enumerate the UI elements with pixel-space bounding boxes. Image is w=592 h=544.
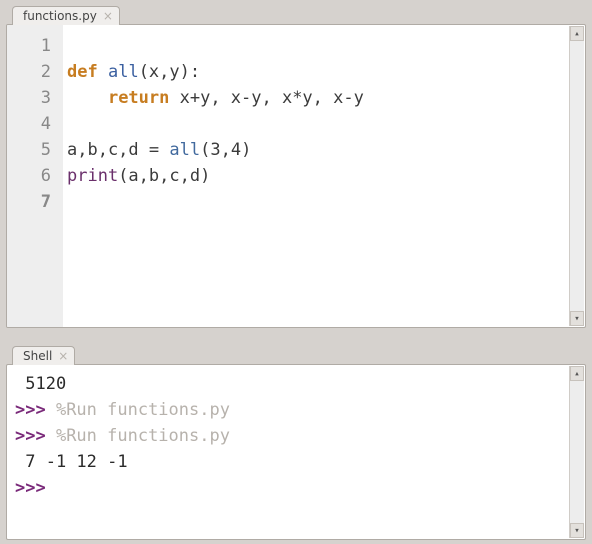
scroll-up-icon[interactable]: ▴ [570,366,584,381]
line-number-gutter: 1 2 3 4 5 6 7 [7,25,63,327]
editor-tab-bar: functions.py × [6,0,586,24]
editor-pane: functions.py × 1 2 3 4 5 6 7 def all(x,y… [6,0,586,328]
editor-scrollbar[interactable]: ▴ ▾ [569,26,584,326]
shell-scrollbar[interactable]: ▴ ▾ [569,366,584,538]
code-line: return x+y, x-y, x*y, x-y [67,88,364,108]
scroll-down-icon[interactable]: ▾ [570,523,584,538]
editor-tab[interactable]: functions.py × [12,6,120,25]
line-number: 3 [7,85,51,111]
code-editor[interactable]: def all(x,y): return x+y, x-y, x*y, x-y … [63,25,585,327]
code-line: a,b,c,d = all(3,4) [67,140,251,160]
line-number: 2 [7,59,51,85]
scroll-down-icon[interactable]: ▾ [570,311,584,326]
shell-output: 5120 [15,374,66,394]
shell-command: %Run functions.py [56,426,230,446]
shell-body: 5120 >>> %Run functions.py >>> %Run func… [6,364,586,540]
editor-tab-label: functions.py [23,9,97,23]
code-line: print(a,b,c,d) [67,166,210,186]
line-number: 1 [7,33,51,59]
shell-prompt: >>> [15,426,56,446]
editor-body: 1 2 3 4 5 6 7 def all(x,y): return x+y, … [6,24,586,328]
shell-prompt: >>> [15,478,56,498]
close-icon[interactable]: × [58,350,68,362]
shell-pane: Shell × 5120 >>> %Run functions.py >>> %… [6,340,586,540]
close-icon[interactable]: × [103,10,113,22]
shell-tab-label: Shell [23,349,52,363]
shell-tab[interactable]: Shell × [12,346,75,365]
line-number: 5 [7,137,51,163]
shell-console[interactable]: 5120 >>> %Run functions.py >>> %Run func… [7,365,585,507]
scroll-up-icon[interactable]: ▴ [570,26,584,41]
code-line: def all(x,y): [67,62,200,82]
shell-command: %Run functions.py [56,400,230,420]
line-number: 7 [7,189,51,215]
line-number: 6 [7,163,51,189]
shell-output: 7 -1 12 -1 [15,452,128,472]
shell-tab-bar: Shell × [6,340,586,364]
line-number: 4 [7,111,51,137]
shell-prompt: >>> [15,400,56,420]
